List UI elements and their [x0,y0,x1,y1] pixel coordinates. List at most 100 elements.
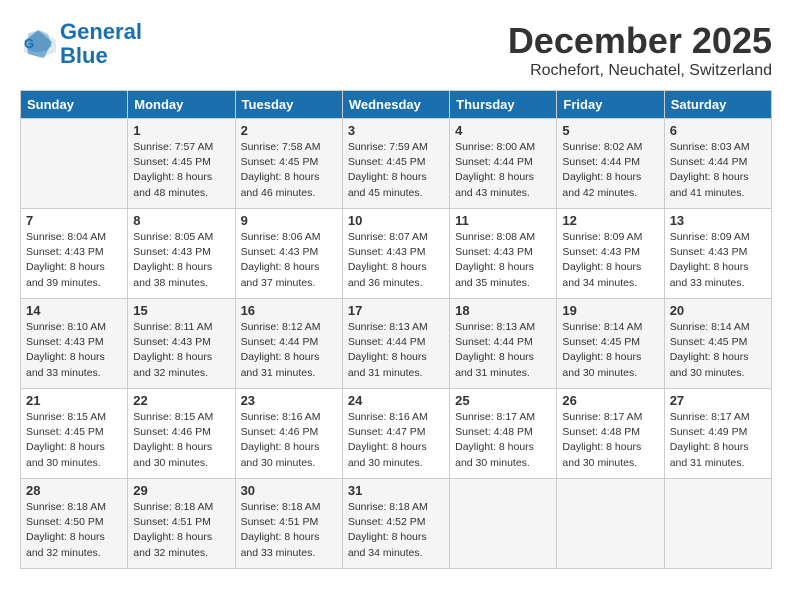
header-monday: Monday [128,91,235,119]
day-number: 16 [241,303,337,318]
sunrise: Sunrise: 8:15 AM [26,411,106,423]
daylight: Daylight: 8 hours and 46 minutes. [241,171,320,198]
sunset: Sunset: 4:43 PM [133,246,211,258]
day-number: 30 [241,483,337,498]
day-info: Sunrise: 7:59 AM Sunset: 4:45 PM Dayligh… [348,140,444,201]
day-number: 15 [133,303,229,318]
calendar-cell-w1-d0 [21,119,128,209]
sunrise: Sunrise: 8:16 AM [348,411,428,423]
sunset: Sunset: 4:52 PM [348,516,426,528]
calendar-cell-w2-d2: 9 Sunrise: 8:06 AM Sunset: 4:43 PM Dayli… [235,209,342,299]
header-tuesday: Tuesday [235,91,342,119]
sunset: Sunset: 4:43 PM [562,246,640,258]
sunrise: Sunrise: 7:58 AM [241,141,321,153]
day-info: Sunrise: 8:13 AM Sunset: 4:44 PM Dayligh… [455,320,551,381]
day-number: 14 [26,303,122,318]
daylight: Daylight: 8 hours and 34 minutes. [348,531,427,558]
calendar-cell-w1-d3: 3 Sunrise: 7:59 AM Sunset: 4:45 PM Dayli… [342,119,449,209]
daylight: Daylight: 8 hours and 48 minutes. [133,171,212,198]
daylight: Daylight: 8 hours and 32 minutes. [26,531,105,558]
day-number: 21 [26,393,122,408]
day-number: 29 [133,483,229,498]
sunrise: Sunrise: 8:09 AM [670,231,750,243]
logo: G General Blue [20,20,142,68]
day-number: 7 [26,213,122,228]
calendar-cell-w2-d4: 11 Sunrise: 8:08 AM Sunset: 4:43 PM Dayl… [450,209,557,299]
calendar-header: Sunday Monday Tuesday Wednesday Thursday… [21,91,772,119]
day-number: 5 [562,123,658,138]
sunset: Sunset: 4:45 PM [26,426,104,438]
day-number: 1 [133,123,229,138]
sunset: Sunset: 4:47 PM [348,426,426,438]
day-info: Sunrise: 8:14 AM Sunset: 4:45 PM Dayligh… [562,320,658,381]
sunset: Sunset: 4:48 PM [562,426,640,438]
daylight: Daylight: 8 hours and 33 minutes. [26,351,105,378]
sunrise: Sunrise: 8:17 AM [670,411,750,423]
day-info: Sunrise: 8:18 AM Sunset: 4:51 PM Dayligh… [241,500,337,561]
daylight: Daylight: 8 hours and 30 minutes. [562,351,641,378]
sunset: Sunset: 4:45 PM [133,156,211,168]
sunrise: Sunrise: 8:18 AM [348,501,428,513]
svg-text:G: G [24,36,34,51]
sunrise: Sunrise: 8:18 AM [133,501,213,513]
day-number: 28 [26,483,122,498]
sunrise: Sunrise: 8:12 AM [241,321,321,333]
sunrise: Sunrise: 8:11 AM [133,321,212,333]
sunrise: Sunrise: 8:10 AM [26,321,106,333]
calendar-cell-w4-d6: 27 Sunrise: 8:17 AM Sunset: 4:49 PM Dayl… [664,389,771,479]
sunset: Sunset: 4:44 PM [670,156,748,168]
day-info: Sunrise: 8:09 AM Sunset: 4:43 PM Dayligh… [562,230,658,291]
daylight: Daylight: 8 hours and 31 minutes. [455,351,534,378]
sunrise: Sunrise: 8:09 AM [562,231,642,243]
sunrise: Sunrise: 8:03 AM [670,141,750,153]
sunset: Sunset: 4:48 PM [455,426,533,438]
daylight: Daylight: 8 hours and 39 minutes. [26,261,105,288]
month-title: December 2025 [508,20,772,62]
day-number: 6 [670,123,766,138]
day-number: 23 [241,393,337,408]
location: Rochefort, Neuchatel, Switzerland [508,62,772,80]
day-number: 10 [348,213,444,228]
sunset: Sunset: 4:44 PM [455,336,533,348]
day-info: Sunrise: 8:10 AM Sunset: 4:43 PM Dayligh… [26,320,122,381]
calendar-cell-w3-d4: 18 Sunrise: 8:13 AM Sunset: 4:44 PM Dayl… [450,299,557,389]
day-info: Sunrise: 8:15 AM Sunset: 4:46 PM Dayligh… [133,410,229,471]
day-number: 9 [241,213,337,228]
day-info: Sunrise: 8:05 AM Sunset: 4:43 PM Dayligh… [133,230,229,291]
daylight: Daylight: 8 hours and 30 minutes. [455,441,534,468]
title-block: December 2025 Rochefort, Neuchatel, Swit… [508,20,772,80]
day-info: Sunrise: 8:07 AM Sunset: 4:43 PM Dayligh… [348,230,444,291]
calendar-cell-w5-d2: 30 Sunrise: 8:18 AM Sunset: 4:51 PM Dayl… [235,479,342,569]
sunset: Sunset: 4:45 PM [562,336,640,348]
daylight: Daylight: 8 hours and 43 minutes. [455,171,534,198]
day-info: Sunrise: 8:17 AM Sunset: 4:48 PM Dayligh… [562,410,658,471]
daylight: Daylight: 8 hours and 33 minutes. [241,531,320,558]
daylight: Daylight: 8 hours and 38 minutes. [133,261,212,288]
calendar-cell-w5-d1: 29 Sunrise: 8:18 AM Sunset: 4:51 PM Dayl… [128,479,235,569]
calendar-table: Sunday Monday Tuesday Wednesday Thursday… [20,90,772,569]
daylight: Daylight: 8 hours and 32 minutes. [133,531,212,558]
daylight: Daylight: 8 hours and 41 minutes. [670,171,749,198]
header-sunday: Sunday [21,91,128,119]
header-row: Sunday Monday Tuesday Wednesday Thursday… [21,91,772,119]
calendar-cell-w3-d3: 17 Sunrise: 8:13 AM Sunset: 4:44 PM Dayl… [342,299,449,389]
day-number: 17 [348,303,444,318]
day-number: 3 [348,123,444,138]
sunrise: Sunrise: 8:15 AM [133,411,213,423]
day-info: Sunrise: 8:16 AM Sunset: 4:47 PM Dayligh… [348,410,444,471]
logo-line2: Blue [60,43,108,68]
sunset: Sunset: 4:45 PM [241,156,319,168]
day-info: Sunrise: 8:12 AM Sunset: 4:44 PM Dayligh… [241,320,337,381]
daylight: Daylight: 8 hours and 35 minutes. [455,261,534,288]
calendar-body: 1 Sunrise: 7:57 AM Sunset: 4:45 PM Dayli… [21,119,772,569]
sunset: Sunset: 4:51 PM [241,516,319,528]
day-number: 12 [562,213,658,228]
day-number: 19 [562,303,658,318]
day-info: Sunrise: 8:17 AM Sunset: 4:48 PM Dayligh… [455,410,551,471]
sunset: Sunset: 4:43 PM [348,246,426,258]
day-info: Sunrise: 8:04 AM Sunset: 4:43 PM Dayligh… [26,230,122,291]
calendar-cell-w3-d1: 15 Sunrise: 8:11 AM Sunset: 4:43 PM Dayl… [128,299,235,389]
daylight: Daylight: 8 hours and 42 minutes. [562,171,641,198]
day-info: Sunrise: 8:18 AM Sunset: 4:51 PM Dayligh… [133,500,229,561]
daylight: Daylight: 8 hours and 33 minutes. [670,261,749,288]
